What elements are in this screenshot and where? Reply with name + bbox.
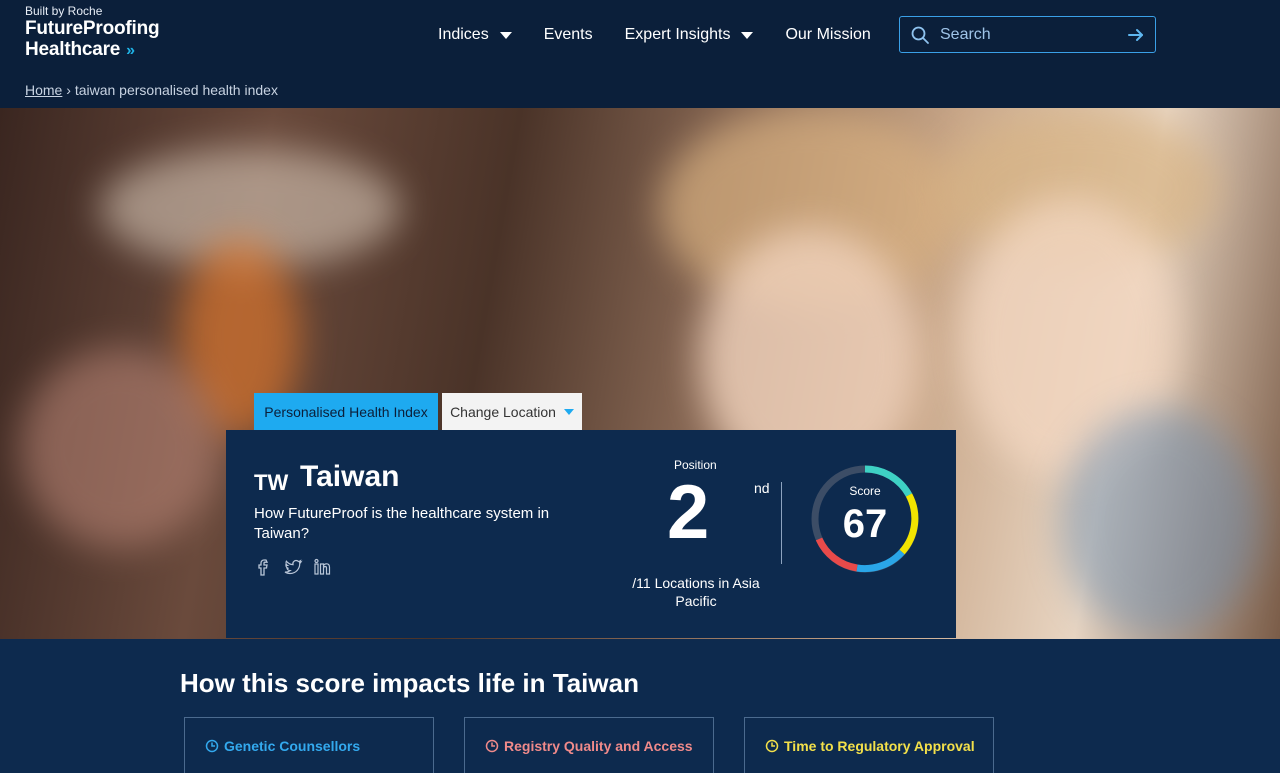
nav-expert-insights[interactable]: Expert Insights [625, 24, 754, 46]
brand-name-line1: FutureProofing [25, 18, 160, 39]
chevron-right-icon: » [126, 42, 135, 59]
panel-divider [781, 482, 782, 564]
hero-blur-shape [20, 348, 220, 548]
nav-indices[interactable]: Indices [438, 24, 512, 46]
brand-logo[interactable]: Built by Roche FutureProofing Healthcare… [25, 4, 160, 61]
brand-name-line2: Healthcare» [25, 39, 135, 60]
impact-card-regulatory-approval[interactable]: Time to Regulatory Approval [744, 717, 994, 773]
breadcrumb-current: taiwan personalised health index [74, 82, 278, 98]
impact-card-registry-quality[interactable]: Registry Quality and Access [464, 717, 714, 773]
nav-events-label: Events [543, 26, 593, 43]
nav-our-mission-label: Our Mission [785, 26, 871, 43]
breadcrumb-home[interactable]: Home [25, 82, 62, 98]
change-location-dropdown[interactable]: Change Location [442, 393, 582, 430]
facebook-icon[interactable] [254, 557, 274, 577]
country-score-panel: TW Taiwan How FutureProof is the healthc… [226, 430, 956, 638]
search-input[interactable] [940, 25, 1110, 44]
breadcrumb: Home › taiwan personalised health index [25, 82, 278, 98]
position-value: 2 [667, 470, 710, 555]
clock-icon [485, 739, 499, 753]
impact-card-label: Time to Regulatory Approval [765, 738, 975, 754]
clock-icon [205, 739, 219, 753]
position-context: /11 Locations in Asia Pacific [632, 575, 760, 609]
panel-question: How FutureProof is the healthcare system… [254, 505, 550, 542]
main-nav: Indices Events Expert Insights Our Missi… [438, 24, 903, 46]
twitter-icon[interactable] [283, 557, 303, 577]
header: Built by Roche FutureProofing Healthcare… [0, 0, 1280, 108]
score-value: 67 [842, 502, 888, 546]
nav-indices-label: Indices [438, 26, 489, 43]
brand-built-by: Built by Roche [25, 4, 103, 18]
position-ordinal: nd [754, 480, 770, 496]
hero-blur-shape [1060, 408, 1260, 638]
nav-expert-insights-label: Expert Insights [624, 26, 731, 43]
search-icon [911, 26, 929, 44]
impact-title: How this score impacts life in Taiwan [180, 668, 639, 698]
caret-down-icon [499, 31, 512, 39]
caret-down-icon [741, 31, 754, 39]
nav-events[interactable]: Events [544, 24, 593, 46]
caret-down-icon [563, 408, 574, 415]
breadcrumb-separator: › [66, 82, 71, 98]
page: Built by Roche FutureProofing Healthcare… [0, 0, 1280, 773]
score-label: Score [849, 484, 881, 498]
impact-card-label: Registry Quality and Access [485, 738, 693, 754]
change-location-label: Change Location [450, 403, 556, 420]
search-box [899, 16, 1156, 53]
country-code: TW [254, 470, 289, 495]
nav-our-mission[interactable]: Our Mission [785, 24, 870, 46]
impact-card-label: Genetic Counsellors [205, 738, 360, 754]
impact-card-genetic-counsellors[interactable]: Genetic Counsellors [184, 717, 434, 773]
impact-section: How this score impacts life in Taiwan Ge… [0, 639, 1280, 773]
social-share [254, 557, 332, 577]
linkedin-icon[interactable] [312, 557, 332, 577]
tab-personalised-health-index[interactable]: Personalised Health Index [254, 393, 438, 430]
gauge-segment-blue [856, 549, 905, 573]
country-name: Taiwan [300, 460, 400, 493]
arrow-right-icon[interactable] [1127, 26, 1145, 44]
clock-icon [765, 739, 779, 753]
